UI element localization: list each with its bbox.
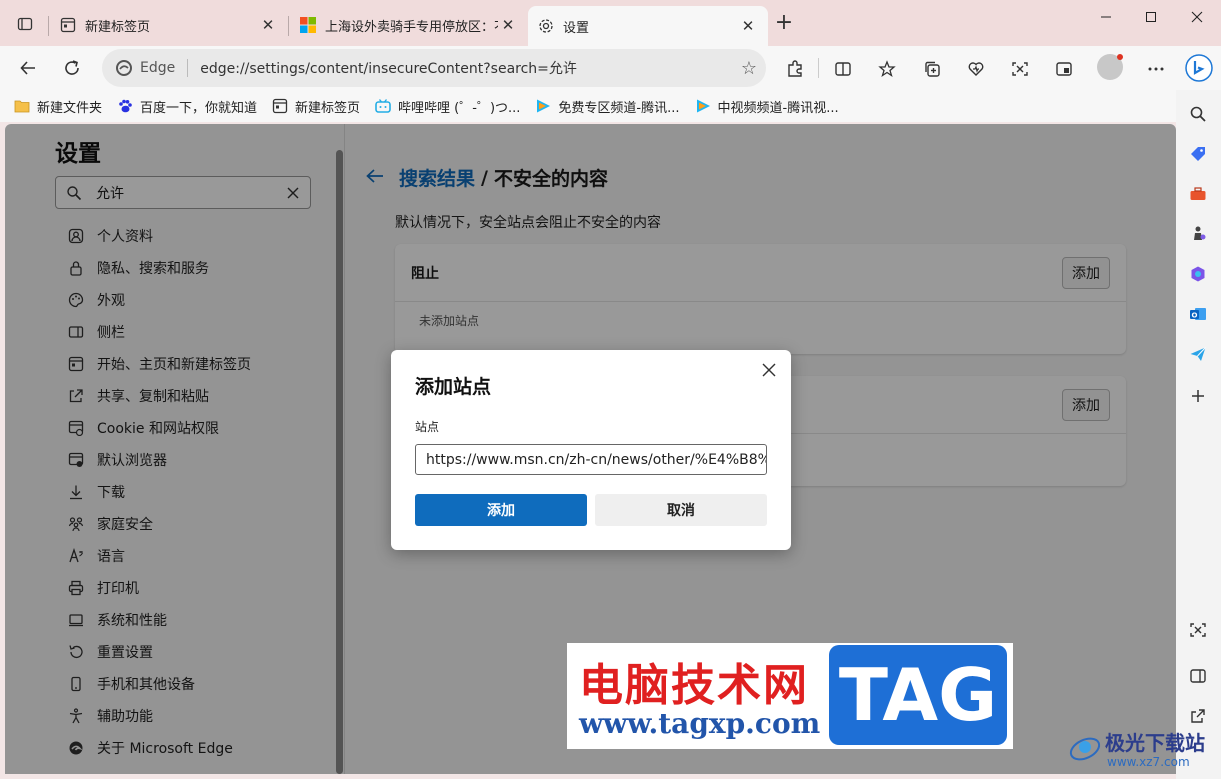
bookmark-item[interactable]: 哔哩哔哩 (゜-゜)つ...: [375, 97, 520, 116]
close-icon[interactable]: ✕: [258, 15, 278, 35]
divider: [187, 59, 189, 77]
bookmark-item[interactable]: 新建文件夹: [14, 97, 102, 116]
add-button[interactable]: 添加: [415, 494, 587, 526]
aurora-logo-icon: [1067, 729, 1103, 769]
screenshot-icon[interactable]: [1186, 618, 1210, 642]
shopping-tag-icon[interactable]: [1186, 142, 1210, 166]
tab-actions-icon[interactable]: [10, 10, 40, 38]
site-field-label: 站点: [415, 420, 440, 434]
sidebar-toggle-icon[interactable]: [1186, 664, 1210, 688]
split-screen-icon[interactable]: [830, 56, 856, 82]
add-site-dialog: 添加站点 站点 https://www.msn.cn/zh-cn/news/ot…: [391, 350, 791, 550]
edge-sidebar: O: [1176, 90, 1221, 779]
watermark-banner: 电脑技术网 www.tagxp.com TAG: [567, 643, 1013, 749]
cancel-button[interactable]: 取消: [595, 494, 767, 526]
bookmark-label: 哔哩哔哩 (゜-゜)つ...: [398, 100, 521, 116]
screenshot-icon[interactable]: [1007, 56, 1033, 82]
close-icon[interactable]: [757, 358, 781, 382]
microsoft-logo-icon: [300, 17, 316, 33]
favorites-icon[interactable]: [874, 56, 900, 82]
divider: [818, 58, 819, 78]
site-label: Edge: [140, 60, 176, 76]
watermark-tag-logo: TAG: [829, 645, 1007, 745]
tencent-video-icon: [695, 98, 711, 114]
maximize-button[interactable]: [1129, 6, 1173, 28]
tab-news[interactable]: 上海设外卖骑手专用停放区：不韦 ✕: [290, 8, 528, 42]
bookmark-item[interactable]: 新建标签页: [272, 97, 360, 116]
bing-copilot-icon[interactable]: [1184, 53, 1214, 83]
microsoft-365-icon[interactable]: [1186, 262, 1210, 286]
more-options-icon[interactable]: [1143, 56, 1169, 82]
folder-icon: [14, 98, 30, 114]
bookmark-item[interactable]: 百度一下，你就知道: [117, 97, 257, 116]
toolbar: Edge edge://settings/content/insecureCon…: [0, 46, 1221, 90]
tab-title: 上海设外卖骑手专用停放区：不韦: [325, 19, 498, 35]
address-bar[interactable]: Edge edge://settings/content/insecureCon…: [102, 49, 766, 87]
close-icon[interactable]: ✕: [498, 15, 518, 35]
bookmarks-bar: 新建文件夹 百度一下，你就知道 新建标签页 哔哩哔哩 (゜-゜)つ... 免费专…: [0, 90, 1176, 122]
tab-separator: [288, 16, 289, 36]
gear-icon: [538, 18, 554, 34]
tab-title: 新建标签页: [85, 19, 151, 35]
send-telegram-icon[interactable]: [1186, 342, 1210, 366]
watermark-text: 电脑技术网: [579, 660, 809, 711]
svg-text:O: O: [1192, 312, 1198, 320]
corner-watermark: 极光下载站 www.xz7.com: [1063, 723, 1221, 779]
tab-title: 设置: [563, 20, 590, 36]
newtab-page-icon: [60, 17, 76, 33]
url-input[interactable]: edge://settings/content/insecureContent?…: [200, 58, 732, 78]
collections-icon[interactable]: [919, 56, 945, 82]
tab-separator: [48, 16, 49, 36]
dialog-title: 添加站点: [415, 376, 492, 398]
baidu-paw-icon: [117, 98, 133, 114]
edge-logo-icon: [116, 60, 132, 76]
new-tab-button[interactable]: +: [772, 12, 796, 36]
title-bar: 新建标签页 ✕ 上海设外卖骑手专用停放区：不韦 ✕ 设置 ✕ +: [0, 0, 1221, 46]
tab-newtab[interactable]: 新建标签页 ✕: [50, 8, 288, 42]
add-icon[interactable]: [1186, 384, 1210, 408]
browser-essentials-icon[interactable]: [963, 56, 989, 82]
corner-watermark-name: 极光下载站: [1105, 731, 1205, 755]
bookmark-label: 百度一下，你就知道: [140, 100, 258, 116]
close-icon[interactable]: ✕: [738, 16, 758, 36]
search-icon[interactable]: [1186, 102, 1210, 126]
bookmark-label: 中视频频道-腾讯视...: [717, 100, 839, 116]
back-button[interactable]: [12, 52, 44, 84]
toolbox-icon[interactable]: [1186, 182, 1210, 206]
refresh-button[interactable]: [56, 52, 88, 84]
site-url-input[interactable]: https://www.msn.cn/zh-cn/news/other/%E4%…: [415, 444, 767, 475]
tab-settings[interactable]: 设置 ✕: [528, 6, 768, 46]
watermark-url: www.tagxp.com: [579, 707, 821, 740]
bookmark-label: 新建文件夹: [37, 100, 103, 116]
bilibili-icon: [375, 98, 391, 114]
extensions-icon[interactable]: [782, 56, 808, 82]
corner-watermark-url: www.xz7.com: [1107, 755, 1190, 769]
notification-dot: [1117, 54, 1123, 60]
window-close-button[interactable]: [1175, 6, 1219, 28]
workspaces-icon[interactable]: [1051, 56, 1077, 82]
favorite-star-icon[interactable]: ☆: [732, 58, 766, 79]
newtab-page-icon: [272, 98, 288, 114]
tencent-video-icon: [535, 98, 551, 114]
games-chess-icon[interactable]: [1186, 222, 1210, 246]
bookmark-label: 免费专区频道-腾讯...: [558, 100, 680, 116]
minimize-button[interactable]: [1084, 6, 1128, 28]
outlook-icon[interactable]: O: [1186, 302, 1210, 326]
bookmark-item[interactable]: 中视频频道-腾讯视...: [695, 97, 839, 116]
bookmark-item[interactable]: 免费专区频道-腾讯...: [535, 97, 680, 116]
site-identity[interactable]: Edge: [116, 60, 175, 76]
bookmark-label: 新建标签页: [295, 100, 361, 116]
